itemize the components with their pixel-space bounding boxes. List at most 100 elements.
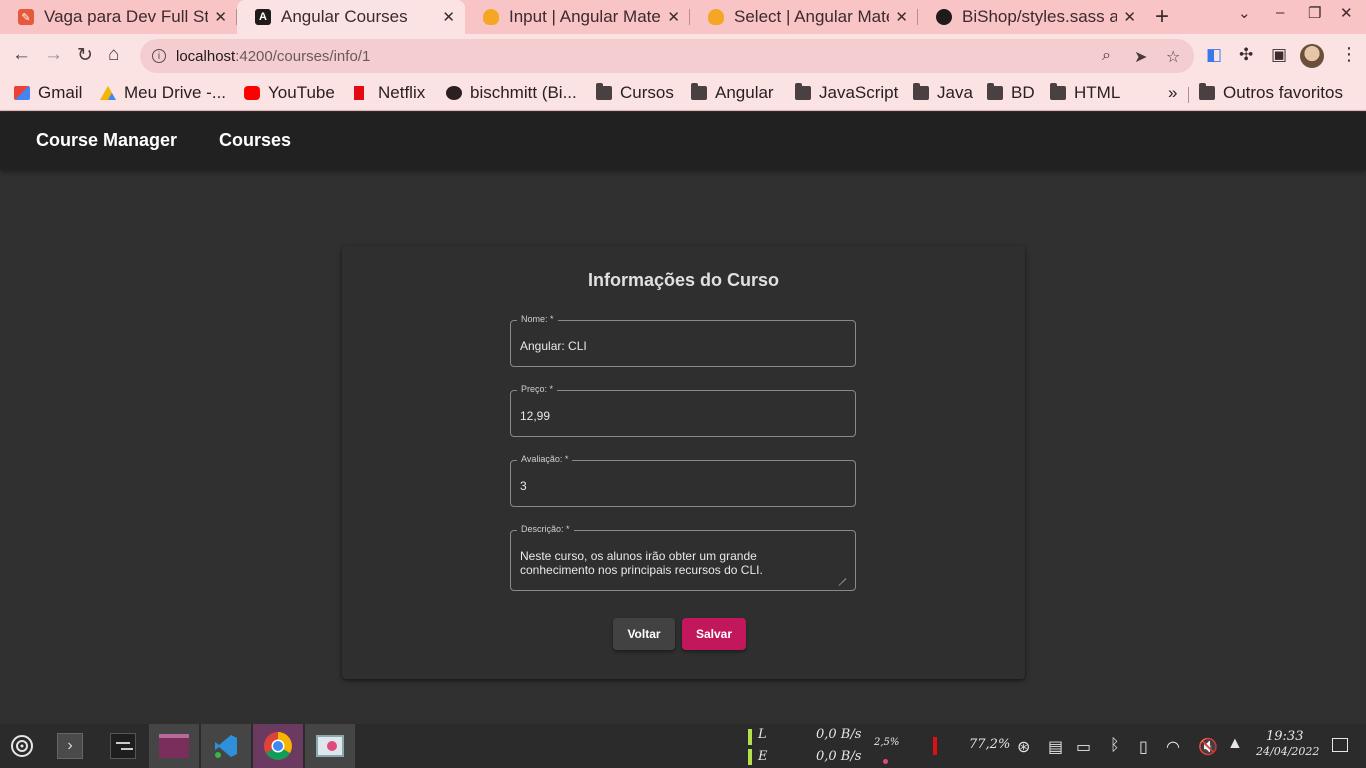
- folder-icon: [1050, 83, 1066, 100]
- bookmark-folder-cursos[interactable]: Cursos: [596, 83, 674, 103]
- bookmark-netflix[interactable]: Netflix: [354, 83, 425, 103]
- rating-field[interactable]: Avaliação: *: [510, 454, 856, 507]
- site-info-icon[interactable]: i: [152, 49, 166, 63]
- terminal-icon[interactable]: ›: [50, 724, 90, 768]
- close-icon[interactable]: ✕: [442, 8, 455, 26]
- save-button[interactable]: Salvar: [682, 618, 746, 650]
- folder-icon: [913, 83, 929, 100]
- tab-label: BiShop/styles.sass at: [962, 7, 1118, 26]
- bookmark-folder-angular[interactable]: Angular: [691, 83, 774, 103]
- name-field-label: Nome: *: [517, 314, 558, 324]
- extensions-icon[interactable]: ✣: [1239, 45, 1253, 65]
- name-input[interactable]: [520, 339, 840, 353]
- screenshot-app-icon[interactable]: [305, 724, 355, 768]
- nav-courses[interactable]: Courses: [219, 130, 291, 151]
- description-textarea[interactable]: [520, 549, 842, 581]
- vscode-icon[interactable]: [201, 724, 251, 768]
- clipboard-icon[interactable]: ▤: [1048, 737, 1063, 757]
- drive-status-icon[interactable]: ▭: [1076, 737, 1091, 757]
- browser-toolbar: ← → ↻ ⌂ i localhost :4200/courses/info/1…: [0, 34, 1366, 78]
- bookmarks-bar: Gmail Meu Drive -... YouTube Netflix bis…: [0, 78, 1366, 111]
- minimize-icon[interactable]: –: [1276, 4, 1284, 21]
- browser-tab-active[interactable]: A Angular Courses ✕: [237, 0, 465, 34]
- side-panel-icon[interactable]: ▣: [1271, 45, 1287, 65]
- cpu-indicator-dot: [883, 759, 888, 764]
- bookmark-folder-javascript[interactable]: JavaScript: [795, 83, 898, 103]
- back-button[interactable]: Voltar: [613, 618, 675, 650]
- address-bar[interactable]: i localhost :4200/courses/info/1 ⌕ ➤ ☆: [140, 39, 1194, 73]
- zoom-icon[interactable]: ⌕: [1102, 47, 1111, 65]
- browser-tab[interactable]: Select | Angular Material ✕: [690, 0, 918, 34]
- tab-search-icon[interactable]: ⌄: [1238, 4, 1251, 22]
- new-tab-button[interactable]: +: [1155, 4, 1169, 30]
- bookmark-github[interactable]: bischmitt (Bi...: [446, 83, 577, 103]
- bookmark-youtube[interactable]: YouTube: [244, 83, 335, 103]
- wifi-icon[interactable]: ◠: [1166, 737, 1180, 757]
- bookmark-label: Netflix: [378, 83, 426, 102]
- description-field[interactable]: Descrição: *: [510, 524, 856, 591]
- price-field-label: Preço: *: [517, 384, 558, 394]
- github-icon: [936, 9, 952, 25]
- forward-icon[interactable]: →: [44, 44, 63, 66]
- bookmark-folder-bd[interactable]: BD: [987, 83, 1035, 103]
- clock-date[interactable]: 24/04/2022: [1256, 745, 1319, 758]
- browser-tab[interactable]: Input | Angular Material ✕: [465, 0, 690, 34]
- close-window-icon[interactable]: ✕: [1340, 4, 1353, 22]
- bookmark-label: Angular: [715, 83, 774, 102]
- net-upload-label: L: [758, 727, 767, 742]
- memory-bar: [933, 737, 937, 755]
- back-icon[interactable]: ←: [12, 44, 31, 66]
- bookmark-label: JavaScript: [819, 83, 899, 102]
- settings-app-icon[interactable]: [98, 724, 148, 768]
- send-icon[interactable]: ➤: [1134, 47, 1147, 67]
- browser-tab[interactable]: ✎ Vaga para Dev Full Stack ✕: [0, 0, 237, 34]
- restore-icon[interactable]: ❐: [1308, 4, 1321, 22]
- browser-tab[interactable]: BiShop/styles.sass at ✕: [918, 0, 1146, 34]
- folder-icon: [987, 83, 1003, 100]
- bookmarks-overflow-button[interactable]: »: [1168, 83, 1177, 103]
- bookmark-gmail[interactable]: Gmail: [14, 83, 82, 103]
- name-field[interactable]: Nome: *: [510, 314, 856, 367]
- volume-muted-icon[interactable]: 🔇: [1198, 737, 1218, 757]
- bookmark-folder-html[interactable]: HTML: [1050, 83, 1120, 103]
- url-host: localhost: [176, 47, 236, 65]
- clock-time[interactable]: 19:33: [1266, 729, 1303, 744]
- price-field[interactable]: Preço: *: [510, 384, 856, 437]
- steam-icon[interactable]: ⊛: [1017, 737, 1030, 757]
- card-title: Informações do Curso: [587, 270, 780, 290]
- chrome-icon[interactable]: [253, 724, 303, 768]
- price-input[interactable]: [520, 409, 840, 423]
- translate-icon[interactable]: ◧: [1206, 45, 1222, 65]
- bookmark-folder-other[interactable]: Outros favoritos: [1199, 83, 1343, 103]
- phone-connect-icon[interactable]: ▯: [1139, 737, 1148, 757]
- launcher-icon[interactable]: [0, 724, 44, 768]
- bluetooth-icon[interactable]: ᛒ: [1110, 737, 1120, 755]
- resize-handle-icon[interactable]: [838, 571, 846, 579]
- tab-label: Select | Angular Material: [734, 7, 889, 26]
- menu-icon[interactable]: ⋮: [1340, 44, 1358, 65]
- youtube-icon: [244, 86, 260, 100]
- bookmark-label: BD: [1011, 83, 1035, 102]
- rating-input[interactable]: [520, 479, 840, 493]
- file-manager-icon[interactable]: [149, 724, 199, 768]
- gmail-icon: [14, 86, 30, 100]
- close-icon[interactable]: ✕: [895, 8, 908, 26]
- app-title[interactable]: Course Manager: [36, 130, 177, 151]
- bookmark-folder-java[interactable]: Java: [913, 83, 973, 103]
- home-icon[interactable]: ⌂: [108, 44, 119, 66]
- app-toolbar: Course Manager Courses: [0, 112, 1366, 170]
- reload-icon[interactable]: ↻: [77, 44, 93, 67]
- profile-avatar[interactable]: [1300, 44, 1324, 68]
- bookmark-star-icon[interactable]: ☆: [1166, 47, 1180, 67]
- tray-expand-icon[interactable]: ▲: [1227, 735, 1243, 753]
- pencil-icon: ✎: [18, 9, 34, 25]
- bookmark-drive[interactable]: Meu Drive -...: [100, 83, 226, 103]
- course-info-card: Informações do Curso Nome: * Preço: * Av…: [342, 246, 1025, 679]
- netflix-icon: [354, 86, 364, 100]
- show-desktop-icon[interactable]: [1332, 738, 1348, 752]
- close-icon[interactable]: ✕: [1123, 8, 1136, 26]
- close-icon[interactable]: ✕: [214, 8, 227, 26]
- battery-percent: 77,2%: [969, 737, 1011, 752]
- close-icon[interactable]: ✕: [667, 8, 680, 26]
- github-icon: [446, 86, 462, 100]
